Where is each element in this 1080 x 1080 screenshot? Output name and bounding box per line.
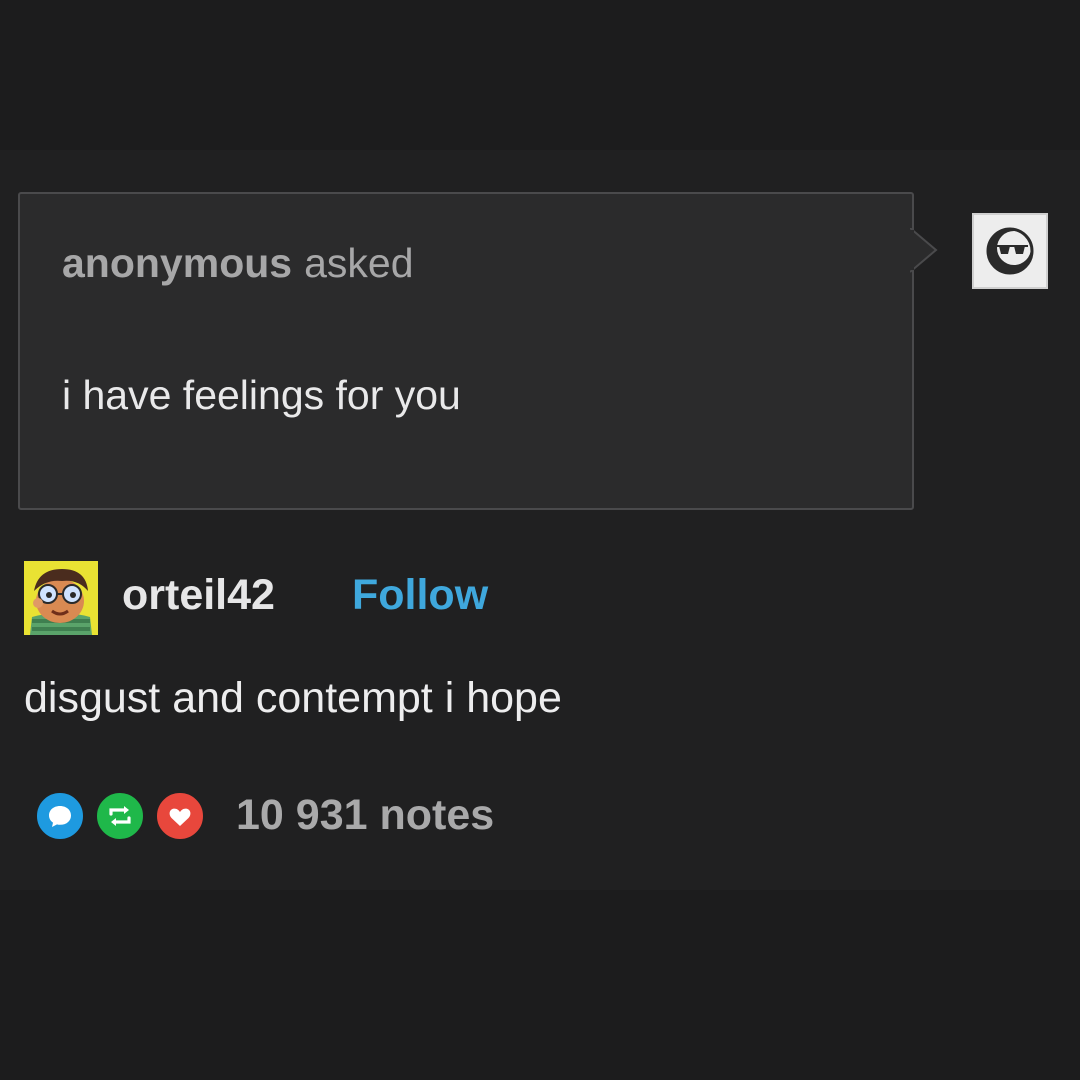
ask-box: anonymous asked i have feelings for you	[18, 192, 914, 510]
notes-count[interactable]: 10 931 notes	[236, 791, 494, 840]
notes-icons[interactable]	[34, 790, 210, 846]
asked-label: asked	[304, 240, 414, 286]
follow-button[interactable]: Follow	[352, 571, 488, 620]
anonymous-avatar[interactable]	[972, 213, 1048, 289]
answerer-username[interactable]: orteil42	[122, 571, 275, 620]
reblog-icon	[94, 790, 146, 842]
bottom-band	[0, 890, 1080, 1080]
ask-question: i have feelings for you	[62, 372, 461, 418]
ask-header: anonymous asked	[62, 240, 414, 287]
answerer-avatar[interactable]	[24, 561, 98, 635]
answer-text: disgust and contempt i hope	[24, 674, 562, 722]
like-icon	[154, 790, 206, 842]
top-band	[0, 0, 1080, 150]
asker-name[interactable]: anonymous	[62, 240, 292, 286]
reply-icon	[34, 790, 86, 842]
